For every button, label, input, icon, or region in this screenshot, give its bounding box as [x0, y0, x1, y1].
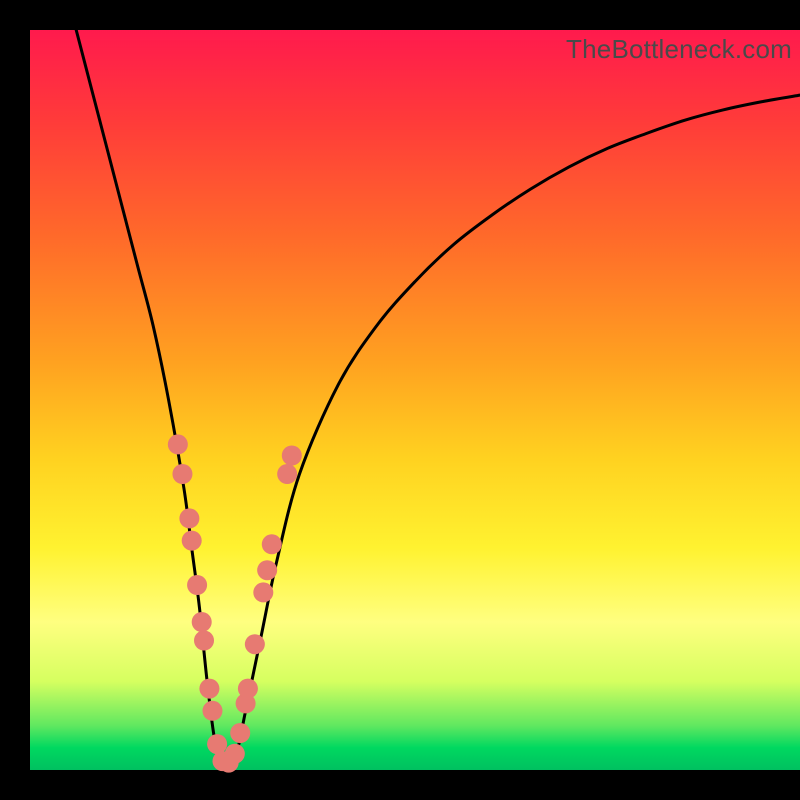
data-marker	[207, 734, 227, 754]
data-marker	[192, 612, 212, 632]
data-marker	[282, 445, 302, 465]
plot-area: TheBottleneck.com	[30, 30, 800, 770]
data-marker	[202, 701, 222, 721]
data-marker	[245, 634, 265, 654]
data-marker	[257, 560, 277, 580]
data-marker	[172, 464, 192, 484]
data-marker	[199, 679, 219, 699]
chart-frame: TheBottleneck.com	[0, 0, 800, 800]
data-marker	[277, 464, 297, 484]
data-marker	[238, 679, 258, 699]
bottleneck-curve	[76, 30, 800, 765]
data-marker	[262, 534, 282, 554]
data-marker	[187, 575, 207, 595]
data-marker	[230, 723, 250, 743]
watermark-text: TheBottleneck.com	[566, 34, 792, 65]
data-markers	[168, 434, 302, 772]
data-marker	[253, 582, 273, 602]
data-marker	[168, 434, 188, 454]
data-marker	[179, 508, 199, 528]
data-marker	[182, 531, 202, 551]
data-marker	[225, 744, 245, 764]
curve-svg	[30, 30, 800, 770]
data-marker	[194, 630, 214, 650]
